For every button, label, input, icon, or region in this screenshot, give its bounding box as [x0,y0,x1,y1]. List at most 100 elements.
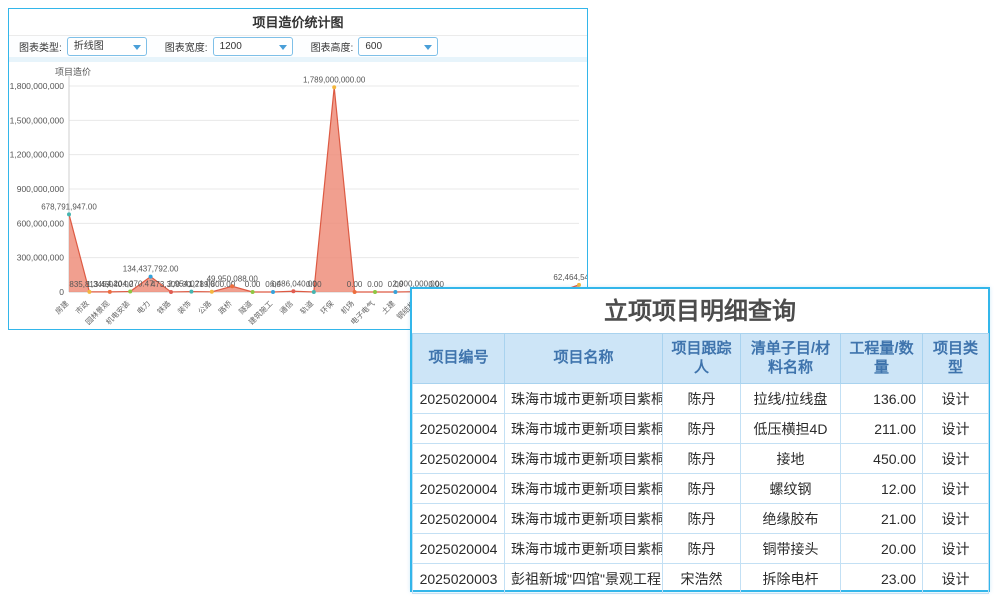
cell-material: 拉线/拉线盘 [741,384,841,414]
svg-text:轨道: 轨道 [298,298,316,316]
cell-material: 拆除电杆 [741,564,841,594]
cell-tracker: 宋浩然 [663,564,741,594]
column-header-4: 工程量/数量 [841,334,923,384]
cell-project-type: 设计 [923,564,989,594]
svg-text:环保: 环保 [319,299,336,316]
cell-project-type: 设计 [923,504,989,534]
cell-project-type: 设计 [923,384,989,414]
cell-tracker: 陈丹 [663,474,741,504]
cell-project-id[interactable]: 2025020004 [413,444,505,474]
svg-text:1,200,000,000: 1,200,000,000 [10,150,65,160]
svg-text:4,204,270.47: 4,204,270.47 [107,280,154,289]
svg-text:1,789,000,000.00: 1,789,000,000.00 [303,75,366,84]
cell-project-type: 设计 [923,444,989,474]
svg-text:铁路: 铁路 [155,298,173,316]
table-panel-title: 立项项目明细查询 [412,289,988,333]
cell-material: 接地 [741,444,841,474]
cell-quantity: 20.00 [841,534,923,564]
cell-material: 螺纹钢 [741,474,841,504]
svg-text:房建: 房建 [53,298,71,316]
svg-text:0.00: 0.00 [306,280,322,289]
column-header-1: 项目名称 [505,334,663,384]
cell-project-id[interactable]: 2025020004 [413,504,505,534]
svg-text:62,464,544.00: 62,464,544.00 [553,273,587,282]
cell-project-name-link[interactable]: 珠海市城市更新项目紫桐 [505,504,663,534]
table-row: 2025020004珠海市城市更新项目紫桐陈丹低压横担4D211.00设计 [413,414,989,444]
svg-text:600,000,000: 600,000,000 [17,218,65,228]
chevron-down-icon [424,45,432,50]
cell-project-type: 设计 [923,474,989,504]
svg-text:134,437,792.00: 134,437,792.00 [123,265,179,274]
cell-project-type: 设计 [923,414,989,444]
cost-statistics-panel: 项目造价统计图 图表类型: 折线图 图表宽度: 1200 图表高度: 600 项… [8,8,588,330]
table-row: 2025020004珠海市城市更新项目紫桐陈丹螺纹钢12.00设计 [413,474,989,504]
table-header-row: 项目编号项目名称项目跟踪人清单子目/材料名称工程量/数量项目类型 [413,334,989,384]
cell-quantity: 12.00 [841,474,923,504]
svg-text:通信: 通信 [277,298,295,316]
svg-text:土建: 土建 [379,298,397,316]
cell-project-name-link[interactable]: 珠海市城市更新项目紫桐 [505,474,663,504]
cell-quantity: 450.00 [841,444,923,474]
cell-material: 铜带接头 [741,534,841,564]
cell-project-name-link[interactable]: 珠海市城市更新项目紫桐 [505,444,663,474]
cell-quantity: 23.00 [841,564,923,594]
svg-text:0.00: 0.00 [347,280,363,289]
chart-width-select[interactable]: 1200 [213,37,293,56]
table-row: 2025020004珠海市城市更新项目紫桐陈丹接地450.00设计 [413,444,989,474]
svg-text:1,800,000,000: 1,800,000,000 [10,81,65,91]
chart-toolbar: 图表类型: 折线图 图表宽度: 1200 图表高度: 600 [9,36,587,62]
column-header-0: 项目编号 [413,334,505,384]
cell-project-name-link[interactable]: 珠海市城市更新项目紫桐 [505,414,663,444]
svg-text:678,791,947.00: 678,791,947.00 [41,202,97,211]
chart-height-value: 600 [365,41,382,52]
cell-project-name-link[interactable]: 珠海市城市更新项目紫桐 [505,534,663,564]
svg-text:1,500,000,000: 1,500,000,000 [10,115,65,125]
table-row: 2025020004珠海市城市更新项目紫桐陈丹铜带接头20.00设计 [413,534,989,564]
cell-quantity: 211.00 [841,414,923,444]
cell-tracker: 陈丹 [663,384,741,414]
chart-type-group: 图表类型: 折线图 [19,37,147,56]
table-row: 2025020004珠海市城市更新项目紫桐陈丹拉线/拉线盘136.00设计 [413,384,989,414]
svg-text:装饰: 装饰 [175,298,193,316]
cell-tracker: 陈丹 [663,414,741,444]
svg-text:电力: 电力 [134,298,152,316]
chart-width-group: 图表宽度: 1200 [165,37,293,56]
chart-height-label: 图表高度: [311,39,354,54]
svg-text:机场: 机场 [338,298,356,316]
chevron-down-icon [133,45,141,50]
cell-project-id[interactable]: 2025020004 [413,534,505,564]
cell-material: 绝缘胶布 [741,504,841,534]
svg-text:隧道: 隧道 [236,298,254,316]
cell-project-type: 设计 [923,534,989,564]
cell-project-id[interactable]: 2025020004 [413,474,505,504]
cell-project-id[interactable]: 2025020004 [413,414,505,444]
svg-text:900,000,000: 900,000,000 [17,184,65,194]
cell-project-id[interactable]: 2025020003 [413,564,505,594]
table-row: 2025020004珠海市城市更新项目紫桐陈丹绝缘胶布21.00设计 [413,504,989,534]
cell-material: 低压横担4D [741,414,841,444]
cell-project-id[interactable]: 2025020004 [413,384,505,414]
chart-height-select[interactable]: 600 [358,37,438,56]
cell-project-name-link[interactable]: 珠海市城市更新项目紫桐 [505,384,663,414]
svg-text:路桥: 路桥 [216,298,234,316]
chart-type-value: 折线图 [74,41,104,52]
chart-panel-title: 项目造价统计图 [9,9,587,36]
chart-type-label: 图表类型: [19,39,62,54]
project-detail-panel: 立项项目明细查询 项目编号项目名称项目跟踪人清单子目/材料名称工程量/数量项目类… [410,287,990,592]
chart-height-group: 图表高度: 600 [311,37,439,56]
cell-tracker: 陈丹 [663,534,741,564]
chart-width-label: 图表宽度: [165,39,208,54]
chart-type-select[interactable]: 折线图 [67,37,147,56]
chevron-down-icon [279,45,287,50]
column-header-2: 项目跟踪人 [663,334,741,384]
project-detail-table: 项目编号项目名称项目跟踪人清单子目/材料名称工程量/数量项目类型 2025020… [412,333,989,594]
svg-text:公路: 公路 [196,298,214,316]
svg-text:0: 0 [59,287,64,297]
cell-project-name-link[interactable]: 彭祖新城"四馆"景观工程 [505,564,663,594]
svg-text:0.00: 0.00 [367,280,383,289]
cell-tracker: 陈丹 [663,504,741,534]
line-chart: 项目造价0300,000,000600,000,000900,000,0001,… [9,62,587,325]
cell-quantity: 21.00 [841,504,923,534]
column-header-3: 清单子目/材料名称 [741,334,841,384]
svg-text:300,000,000: 300,000,000 [17,253,65,263]
